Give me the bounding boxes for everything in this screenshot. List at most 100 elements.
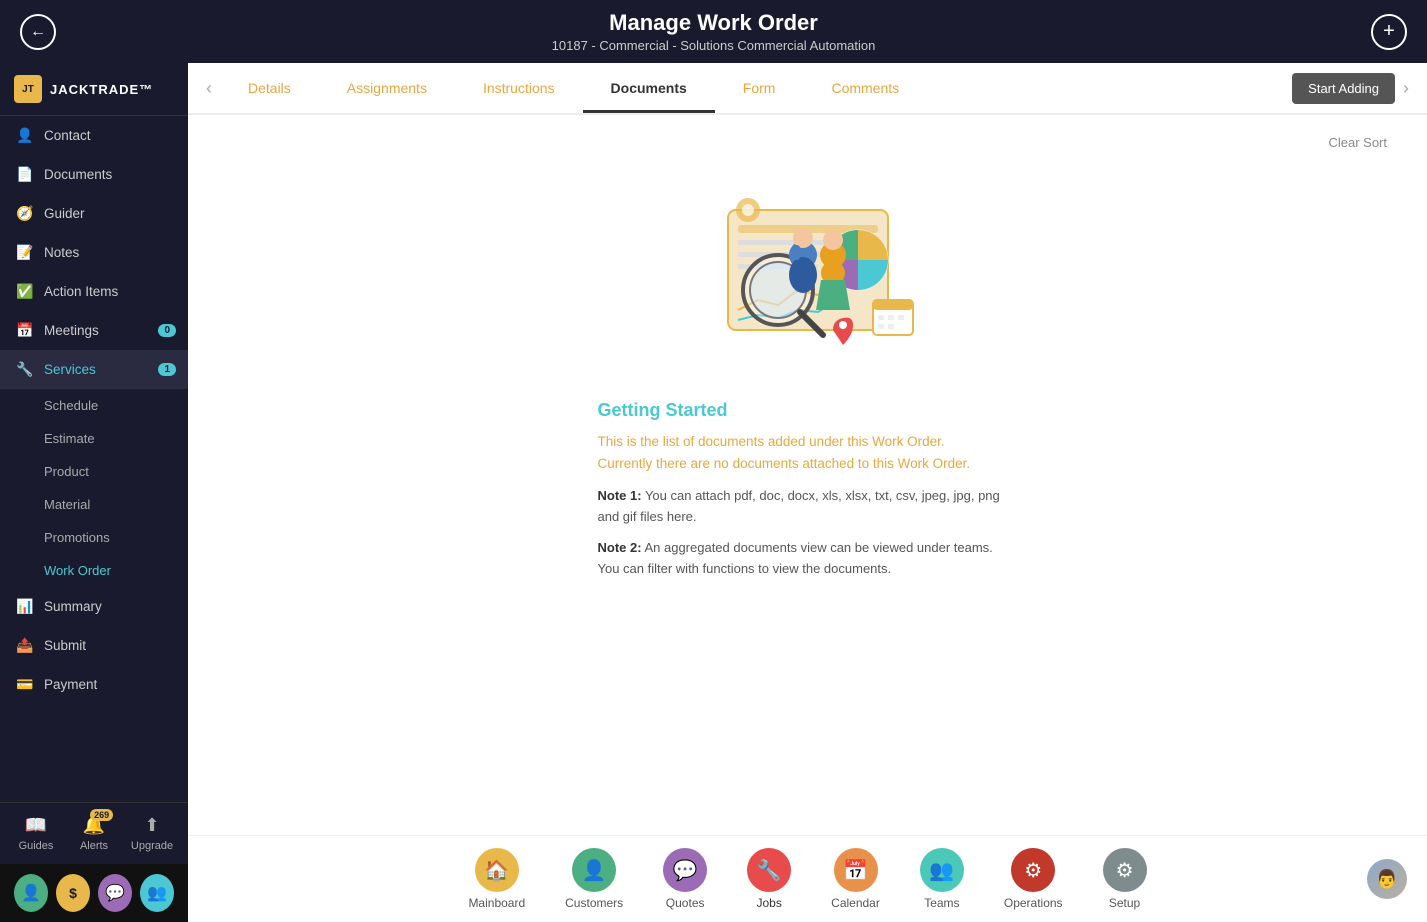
contact-icon: 👤: [16, 127, 34, 144]
nav-jobs[interactable]: 🔧 Jobs: [727, 844, 811, 914]
sidebar-sub-label-schedule: Schedule: [44, 398, 98, 413]
back-button[interactable]: ←: [20, 14, 56, 50]
sidebar-label-submit: Submit: [44, 638, 86, 653]
logo-text: JACKTRADE™: [50, 82, 153, 97]
sidebar: JT JACKTRADE™ 👤 Contact 📄 Documents 🧭 Gu…: [0, 63, 188, 922]
page-subtitle: 10187 - Commercial - Solutions Commercia…: [60, 38, 1367, 53]
meetings-badge: 0: [158, 324, 176, 337]
teams-icon: 👥: [920, 848, 964, 892]
nav-operations[interactable]: ⚙ Operations: [984, 844, 1083, 914]
alerts-label: Alerts: [80, 840, 108, 852]
note2-text: An aggregated documents view can be view…: [598, 540, 993, 576]
guides-label: Guides: [19, 840, 54, 852]
services-icon: 🔧: [16, 361, 34, 378]
tab-bar: ‹ Details Assignments Instructions Docum…: [188, 63, 1427, 115]
sidebar-item-payment[interactable]: 💳 Payment: [0, 665, 188, 704]
action-items-icon: ✅: [16, 283, 34, 300]
sidebar-item-action-items[interactable]: ✅ Action Items: [0, 272, 188, 311]
sidebar-item-services[interactable]: 🔧 Services 1: [0, 350, 188, 389]
summary-icon: 📊: [16, 598, 34, 615]
operations-label: Operations: [1004, 896, 1063, 910]
sidebar-sub-work-order[interactable]: Work Order: [0, 554, 188, 587]
sidebar-label-contact: Contact: [44, 128, 91, 143]
tab-next-button[interactable]: ›: [1395, 63, 1417, 113]
top-header: ← Manage Work Order 10187 - Commercial -…: [0, 0, 1427, 63]
calendar-icon: 📅: [834, 848, 878, 892]
services-badge: 1: [158, 363, 176, 376]
sidebar-bottom: 📖 Guides 🔔 269 Alerts ⬆ Upgrade: [0, 802, 188, 864]
sidebar-sub-schedule[interactable]: Schedule: [0, 389, 188, 422]
upgrade-button[interactable]: ⬆ Upgrade: [128, 815, 176, 852]
tab-comments[interactable]: Comments: [803, 66, 927, 111]
upgrade-icon: ⬆: [144, 815, 159, 836]
alerts-button[interactable]: 🔔 269 Alerts: [70, 815, 118, 852]
nav-mainboard[interactable]: 🏠 Mainboard: [448, 844, 545, 914]
sidebar-item-summary[interactable]: 📊 Summary: [0, 587, 188, 626]
sidebar-item-notes[interactable]: 📝 Notes: [0, 233, 188, 272]
getting-started-box: Getting Started This is the list of docu…: [598, 400, 1018, 589]
clear-sort-button[interactable]: Clear Sort: [228, 135, 1387, 150]
sidebar-item-documents[interactable]: 📄 Documents: [0, 155, 188, 194]
sidebar-sub-estimate[interactable]: Estimate: [0, 422, 188, 455]
jobs-label: Jobs: [756, 896, 781, 910]
tab-form[interactable]: Form: [715, 66, 804, 111]
illustration: [678, 180, 938, 380]
nav-quotes[interactable]: 💬 Quotes: [643, 844, 727, 914]
sidebar-label-payment: Payment: [44, 677, 97, 692]
sidebar-sub-material[interactable]: Material: [0, 488, 188, 521]
sidebar-item-guider[interactable]: 🧭 Guider: [0, 194, 188, 233]
sidebar-sub-label-promotions: Promotions: [44, 530, 110, 545]
user-icon-dollar[interactable]: $: [56, 874, 90, 912]
note2: Note 2: An aggregated documents view can…: [598, 538, 1018, 580]
content-area: ‹ Details Assignments Instructions Docum…: [188, 63, 1427, 922]
sidebar-logo: JT JACKTRADE™: [0, 63, 188, 116]
avatar-image: 👨: [1367, 859, 1407, 899]
sidebar-item-contact[interactable]: 👤 Contact: [0, 116, 188, 155]
user-icon-group[interactable]: 👥: [140, 874, 174, 912]
nav-setup[interactable]: ⚙ Setup: [1083, 844, 1167, 914]
sidebar-label-guider: Guider: [44, 206, 85, 221]
sidebar-label-action-items: Action Items: [44, 284, 118, 299]
sidebar-sub-label-estimate: Estimate: [44, 431, 95, 446]
note1: Note 1: You can attach pdf, doc, docx, x…: [598, 486, 1018, 528]
empty-state: Getting Started This is the list of docu…: [228, 160, 1387, 609]
tab-documents[interactable]: Documents: [583, 66, 715, 113]
user-icon-chat[interactable]: 💬: [98, 874, 132, 912]
user-icon-person[interactable]: 👤: [14, 874, 48, 912]
bottom-nav: 🏠 Mainboard 👤 Customers 💬 Quotes 🔧 Jobs …: [188, 835, 1427, 922]
sidebar-label-services: Services: [44, 362, 96, 377]
sidebar-sub-label-work-order: Work Order: [44, 563, 111, 578]
guides-icon: 📖: [25, 815, 47, 836]
nav-calendar[interactable]: 📅 Calendar: [811, 844, 900, 914]
logo-icon: JT: [14, 75, 42, 103]
sidebar-user-icons: 👤 $ 💬 👥: [0, 864, 188, 922]
customers-icon: 👤: [572, 848, 616, 892]
tab-instructions[interactable]: Instructions: [455, 66, 583, 111]
note1-label: Note 1:: [598, 488, 642, 503]
upgrade-label: Upgrade: [131, 840, 173, 852]
main-content: Clear Sort: [188, 115, 1427, 835]
sidebar-label-meetings: Meetings: [44, 323, 99, 338]
sidebar-sub-label-product: Product: [44, 464, 89, 479]
sidebar-label-documents: Documents: [44, 167, 112, 182]
mainboard-label: Mainboard: [468, 896, 525, 910]
submit-icon: 📤: [16, 637, 34, 654]
payment-icon: 💳: [16, 676, 34, 693]
sidebar-sub-promotions[interactable]: Promotions: [0, 521, 188, 554]
start-adding-button[interactable]: Start Adding: [1292, 73, 1395, 104]
nav-teams[interactable]: 👥 Teams: [900, 844, 984, 914]
guides-button[interactable]: 📖 Guides: [12, 815, 60, 852]
nav-customers[interactable]: 👤 Customers: [545, 844, 643, 914]
sidebar-sub-product[interactable]: Product: [0, 455, 188, 488]
sidebar-item-meetings[interactable]: 📅 Meetings 0: [0, 311, 188, 350]
operations-icon: ⚙: [1011, 848, 1055, 892]
mainboard-icon: 🏠: [475, 848, 519, 892]
tab-details[interactable]: Details: [220, 66, 319, 111]
note1-text: You can attach pdf, doc, docx, xls, xlsx…: [598, 488, 1000, 524]
documents-icon: 📄: [16, 166, 34, 183]
sidebar-item-submit[interactable]: 📤 Submit: [0, 626, 188, 665]
add-button[interactable]: +: [1371, 14, 1407, 50]
tab-prev-button[interactable]: ‹: [198, 63, 220, 113]
tab-assignments[interactable]: Assignments: [319, 66, 455, 111]
user-avatar[interactable]: 👨: [1367, 859, 1407, 899]
